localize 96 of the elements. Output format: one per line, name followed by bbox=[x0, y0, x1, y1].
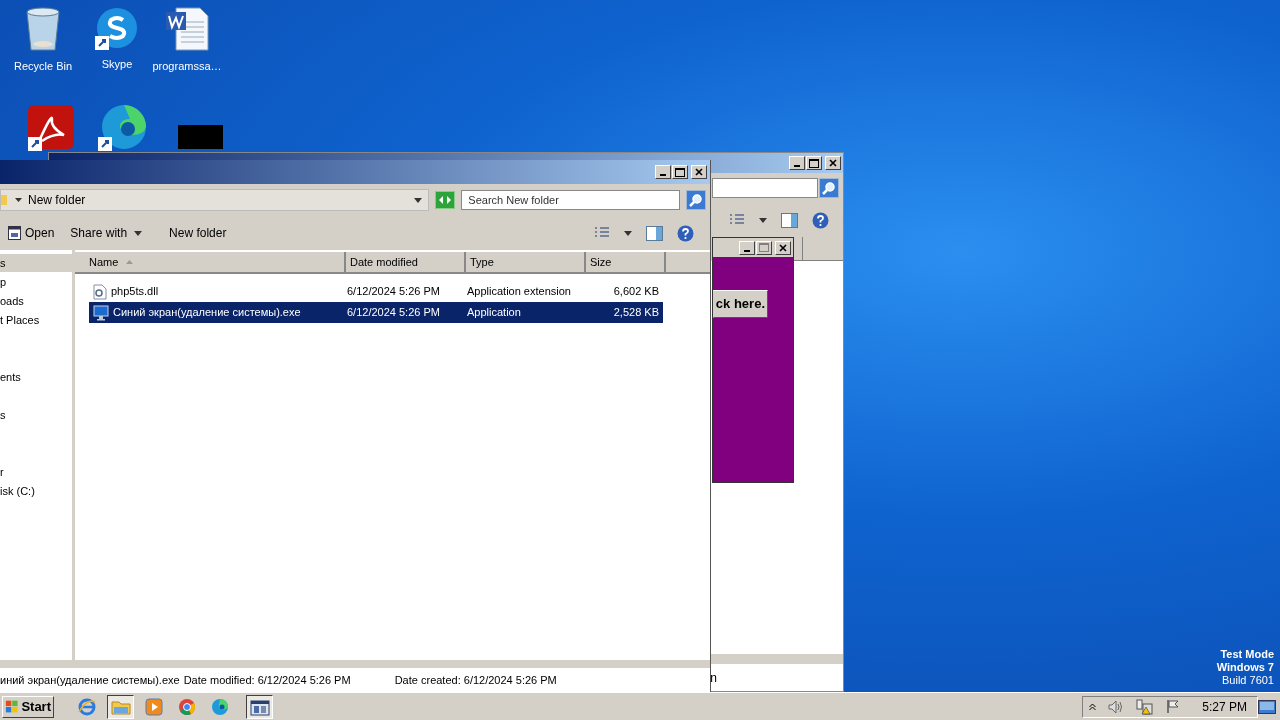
maximize-button[interactable] bbox=[672, 165, 688, 179]
chrome-icon bbox=[178, 697, 196, 716]
chevron-up-icon[interactable] bbox=[1089, 702, 1097, 711]
minimize-icon bbox=[744, 249, 750, 252]
close-icon bbox=[779, 243, 787, 252]
status-modified: Date modified: 6/12/2024 5:26 PM bbox=[183, 672, 352, 688]
refresh-arrows-icon bbox=[438, 195, 453, 205]
nav-item[interactable]: s bbox=[0, 254, 72, 272]
os-notice-text: Build 7601 bbox=[1222, 674, 1274, 687]
media-player-icon bbox=[145, 697, 163, 716]
nav-item[interactable]: ents bbox=[0, 368, 72, 387]
dialog-button[interactable]: ck here. bbox=[713, 290, 768, 318]
network-warning-icon[interactable] bbox=[1136, 698, 1155, 715]
window-app-icon bbox=[249, 697, 270, 716]
search-button[interactable] bbox=[819, 178, 839, 198]
gear-file-icon bbox=[93, 283, 107, 300]
blank-app-icon bbox=[177, 125, 223, 149]
start-button[interactable]: Start bbox=[2, 695, 54, 718]
maximize-button[interactable] bbox=[756, 240, 772, 255]
search-field[interactable]: Search New folder bbox=[461, 190, 681, 210]
os-notice-text: Windows 7 bbox=[1216, 661, 1274, 674]
minimize-button[interactable] bbox=[739, 240, 755, 255]
show-desktop-icon[interactable] bbox=[1258, 699, 1276, 714]
open-button[interactable]: Open bbox=[6, 224, 57, 242]
maximize-button[interactable] bbox=[806, 156, 822, 170]
preview-pane-icon[interactable] bbox=[646, 225, 663, 241]
skype-icon bbox=[95, 6, 139, 50]
column-header[interactable]: Size bbox=[586, 252, 666, 274]
pdf-reader-icon bbox=[28, 105, 74, 151]
desktop-icon-label[interactable]: Recycle Bin bbox=[13, 58, 73, 75]
minimize-button[interactable] bbox=[655, 165, 671, 179]
minimize-icon bbox=[794, 165, 800, 167]
maximize-icon bbox=[675, 167, 685, 177]
taskbar-app-button[interactable] bbox=[246, 694, 273, 719]
browser-e-icon bbox=[78, 697, 96, 716]
folder-icon bbox=[110, 698, 131, 715]
folder-icon bbox=[1, 193, 9, 207]
breadcrumb[interactable]: New folder bbox=[28, 191, 86, 209]
size-cell-text: 2,528 KB bbox=[612, 305, 659, 321]
recycle-bin-icon bbox=[23, 6, 63, 52]
file-name: Синий экран(удаление системы).exe bbox=[113, 305, 301, 321]
nav-item[interactable]: s bbox=[0, 406, 72, 425]
desktop-icon-label[interactable]: Skype bbox=[101, 56, 133, 73]
help-icon[interactable] bbox=[677, 224, 694, 242]
caret-icon[interactable] bbox=[759, 217, 767, 223]
type-cell-text: Application bbox=[467, 305, 522, 321]
size-cell-text: 6,602 KB bbox=[612, 284, 659, 300]
date-cell-text: 6/12/2024 5:26 PM bbox=[347, 305, 441, 321]
clock[interactable]: 5:27 PM bbox=[1202, 697, 1247, 716]
column-header[interactable]: Date modified bbox=[346, 252, 466, 274]
edge-browser-icon bbox=[98, 105, 148, 151]
search-icon bbox=[689, 193, 704, 207]
document-icon bbox=[164, 6, 210, 52]
type-cell-text: Application extension bbox=[467, 284, 572, 300]
address-bar[interactable]: New folder bbox=[0, 189, 430, 211]
speaker-icon[interactable] bbox=[1108, 699, 1125, 714]
help-icon[interactable] bbox=[812, 211, 829, 229]
taskbar-app-button[interactable] bbox=[107, 694, 134, 719]
close-button[interactable] bbox=[775, 240, 791, 255]
os-notice-text: Test Mode bbox=[1220, 648, 1274, 661]
search-button[interactable] bbox=[686, 190, 706, 210]
nav-item[interactable]: p bbox=[0, 273, 72, 292]
dropdown-caret-icon[interactable] bbox=[414, 197, 423, 203]
close-button[interactable] bbox=[691, 165, 707, 179]
nav-item[interactable]: t Places bbox=[0, 311, 72, 330]
status-text: n bbox=[710, 669, 717, 687]
search-field[interactable] bbox=[712, 178, 818, 198]
minimize-button[interactable] bbox=[789, 156, 805, 170]
date-cell-text: 6/12/2024 5:26 PM bbox=[347, 284, 441, 300]
close-icon bbox=[829, 159, 837, 167]
status-file-name: иний экран(удаление системы).exe bbox=[0, 672, 180, 688]
nav-item[interactable]: isk (C:) bbox=[0, 482, 72, 501]
caret-icon bbox=[15, 198, 22, 202]
file-row[interactable]: Синий экран(удаление системы).exe 6/12/2024 5:26 PM Application 2,528 KB bbox=[89, 302, 663, 323]
flag-icon[interactable] bbox=[1166, 699, 1181, 714]
new-folder-button[interactable]: New folder bbox=[167, 224, 229, 242]
column-header[interactable]: Type bbox=[466, 252, 586, 274]
window-icon bbox=[8, 226, 21, 240]
file-name: php5ts.dll bbox=[111, 284, 159, 300]
close-icon bbox=[695, 168, 703, 176]
nav-item[interactable]: oads bbox=[0, 292, 72, 311]
column-header[interactable]: Name bbox=[75, 252, 346, 274]
search-icon bbox=[822, 181, 836, 195]
edge-browser-icon bbox=[211, 697, 229, 716]
monitor-icon bbox=[93, 304, 109, 321]
preview-pane-icon[interactable] bbox=[781, 212, 798, 228]
status-created: Date created: 6/12/2024 5:26 PM bbox=[394, 672, 557, 688]
share-with-menu[interactable]: Share with bbox=[68, 224, 145, 242]
close-button[interactable] bbox=[825, 156, 841, 170]
refresh-button[interactable] bbox=[435, 191, 456, 209]
windows-logo-icon bbox=[5, 698, 20, 715]
maximize-icon bbox=[809, 158, 819, 168]
nav-item[interactable]: r bbox=[0, 463, 72, 482]
maximize-icon bbox=[759, 243, 769, 252]
desktop-icon-label[interactable]: programssa… bbox=[152, 58, 222, 75]
file-row[interactable]: php5ts.dll 6/12/2024 5:26 PM Application extension 6,602 KB bbox=[89, 281, 663, 302]
